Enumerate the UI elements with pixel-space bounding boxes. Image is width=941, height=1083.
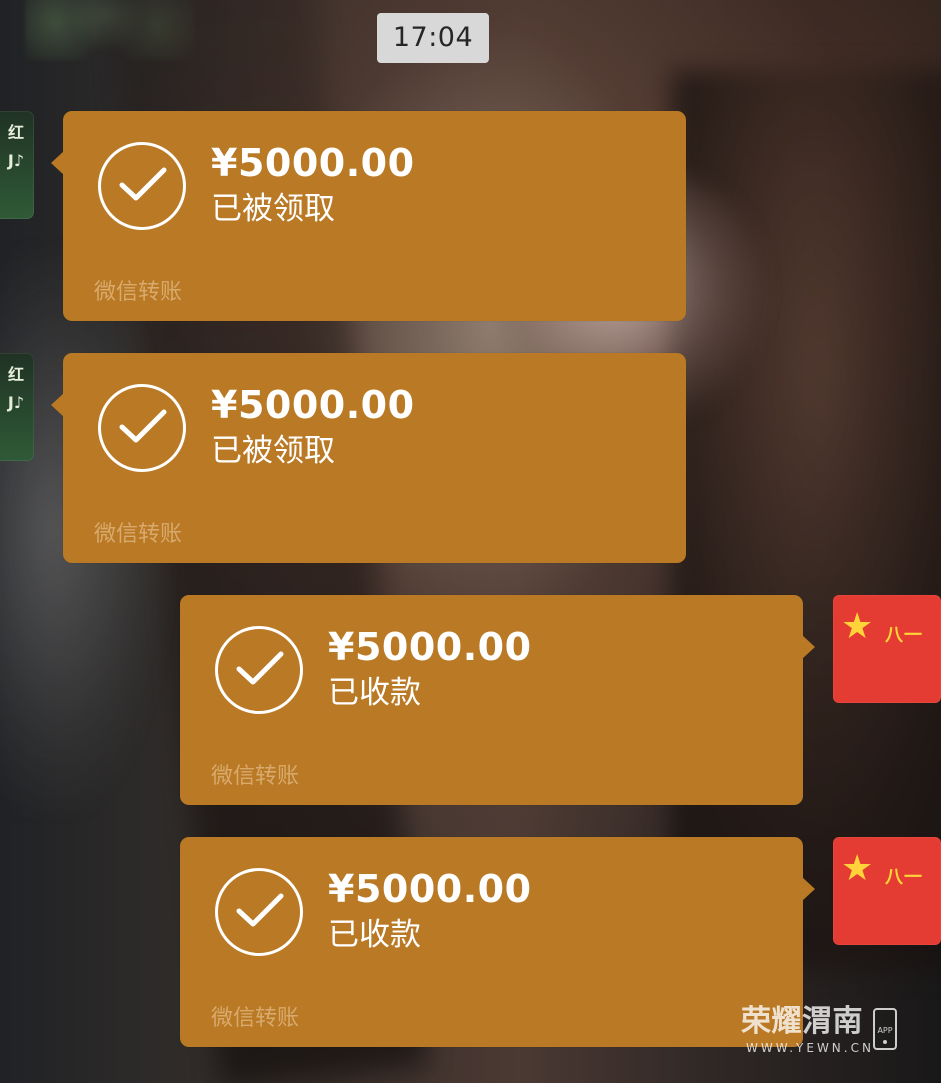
contact-avatar[interactable]: 红J♪ (0, 353, 34, 461)
transfer-amount: ¥5000.00 (328, 867, 532, 911)
transfer-amount: ¥5000.00 (211, 141, 415, 185)
message-time: 17:04 (377, 13, 489, 63)
self-avatar-label: 八一 (885, 625, 923, 646)
transfer-source-label: 微信转账 (211, 764, 300, 789)
check-icon (215, 868, 303, 956)
transfer-source-label: 微信转账 (94, 280, 183, 305)
transfer-status: 已收款 (328, 917, 421, 953)
phone-app-icon: APP (873, 1008, 897, 1050)
transfer-message-3: ¥5000.00 已收款 微信转账 ★ 八一 (0, 595, 941, 807)
check-icon (98, 142, 186, 230)
transfer-card[interactable]: ¥5000.00 已被领取 微信转账 (51, 111, 686, 321)
contact-avatar-label: 红J♪ (7, 123, 25, 170)
transfer-status: 已被领取 (211, 191, 335, 227)
watermark-title: 荣耀渭南 (741, 1004, 863, 1039)
transfer-source-label: 微信转账 (211, 1006, 300, 1031)
check-icon (98, 384, 186, 472)
transfer-amount: ¥5000.00 (211, 383, 415, 427)
transfer-status: 已收款 (328, 675, 421, 711)
self-avatar-label: 八一 (885, 867, 923, 888)
phone-home-dot (883, 1040, 887, 1044)
transfer-status: 已被领取 (211, 433, 335, 469)
watermark-url: WWW.YEWN.CN (746, 1041, 874, 1055)
transfer-source-label: 微信转账 (94, 522, 183, 547)
check-icon (215, 626, 303, 714)
transfer-card[interactable]: ¥5000.00 已被领取 微信转账 (51, 353, 686, 563)
transfer-message-1: 红J♪ ¥5000.00 已被领取 微信转账 (0, 111, 941, 323)
transfer-amount: ¥5000.00 (328, 625, 532, 669)
self-avatar[interactable]: ★ 八一 (833, 837, 941, 945)
transfer-card[interactable]: ¥5000.00 已收款 微信转账 (180, 837, 815, 1047)
transfer-message-2: 红J♪ ¥5000.00 已被领取 微信转账 (0, 353, 941, 565)
app-label: APP (877, 1026, 893, 1035)
transfer-card[interactable]: ¥5000.00 已收款 微信转账 (180, 595, 815, 805)
contact-avatar[interactable]: 红J♪ (0, 111, 34, 219)
wechat-chat-screen: 17:04 红J♪ ¥5000.00 已被领取 微信转账 红J♪ ¥5000.0… (0, 0, 941, 1083)
star-icon: ★ (841, 606, 874, 647)
self-avatar[interactable]: ★ 八一 (833, 595, 941, 703)
star-icon: ★ (841, 848, 874, 889)
watermark: 荣耀渭南 WWW.YEWN.CN APP (741, 1004, 905, 1062)
contact-avatar-label: 红J♪ (7, 365, 25, 412)
